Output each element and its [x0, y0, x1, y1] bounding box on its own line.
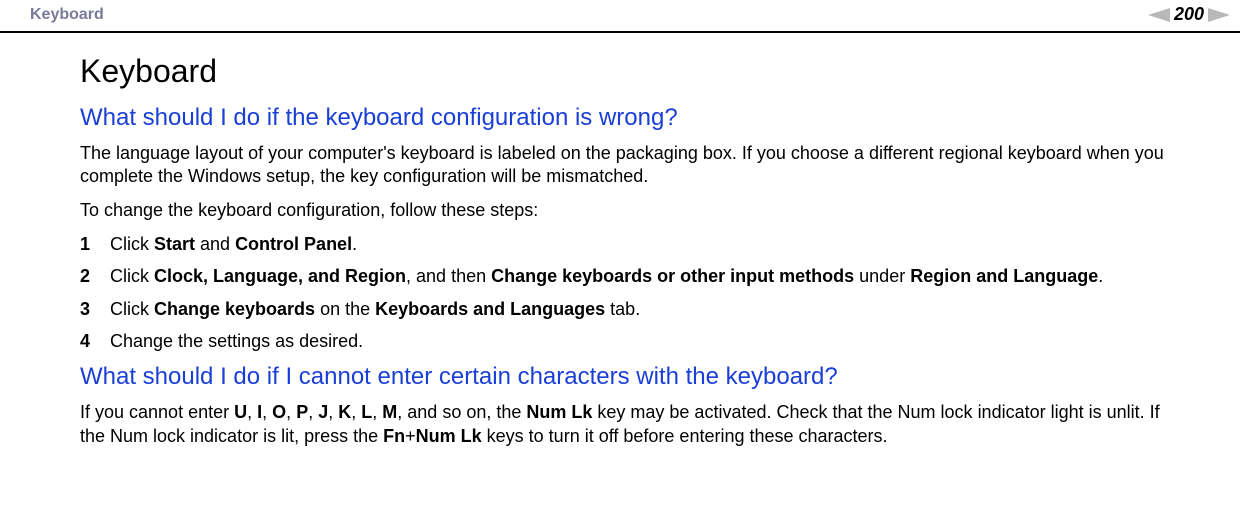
step-number: 2 [80, 264, 110, 288]
body-text: If you cannot enter U, I, O, P, J, K, L,… [80, 401, 1180, 448]
step-text: Click Change keyboards on the Keyboards … [110, 297, 1180, 321]
body-text: To change the keyboard configuration, fo… [80, 199, 1180, 222]
body-text: The language layout of your computer's k… [80, 142, 1180, 189]
page-number: 200 [1174, 4, 1204, 25]
breadcrumb[interactable]: Keyboard [30, 6, 104, 24]
step-number: 3 [80, 297, 110, 321]
step-number: 4 [80, 329, 110, 353]
page-title: Keyboard [80, 53, 1180, 90]
step-text: Change the settings as desired. [110, 329, 1180, 353]
step-item: 1Click Start and Control Panel. [80, 232, 1180, 256]
page-content: Keyboard What should I do if the keyboar… [0, 33, 1240, 468]
step-number: 1 [80, 232, 110, 256]
page-nav: 200 [1148, 4, 1230, 25]
next-page-icon[interactable] [1208, 8, 1230, 22]
step-item: 3Click Change keyboards on the Keyboards… [80, 297, 1180, 321]
step-item: 2Click Clock, Language, and Region, and … [80, 264, 1180, 288]
document-page: Keyboard 200 Keyboard What should I do i… [0, 0, 1240, 523]
step-text: Click Start and Control Panel. [110, 232, 1180, 256]
page-header: Keyboard 200 [0, 0, 1240, 33]
steps-list: 1Click Start and Control Panel.2Click Cl… [80, 232, 1180, 353]
step-item: 4Change the settings as desired. [80, 329, 1180, 353]
section-heading: What should I do if I cannot enter certa… [80, 363, 1180, 391]
step-text: Click Clock, Language, and Region, and t… [110, 264, 1180, 288]
prev-page-icon[interactable] [1148, 8, 1170, 22]
section-heading: What should I do if the keyboard configu… [80, 104, 1180, 132]
